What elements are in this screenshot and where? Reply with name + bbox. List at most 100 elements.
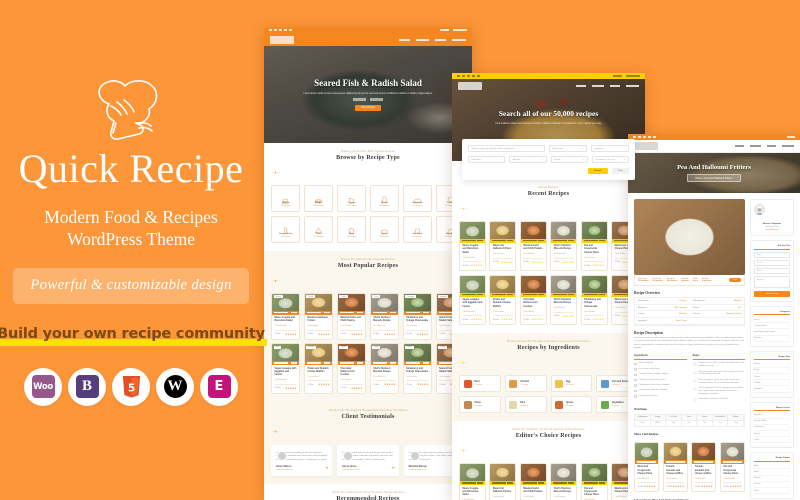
ingredient-item[interactable]: 2 tablespoons plain flour, sieved [634,379,687,382]
preparation-time-select[interactable]: Preparation Time any ▾ [591,156,629,163]
ingredient-select[interactable]: Ingredient ▾ [590,145,629,152]
topbar-links[interactable] [787,136,795,138]
recipe-card[interactable]: Salad Macaroni Halloumi Fritters Chef Jord… [303,292,334,340]
category-card[interactable]: Sea Food 05 Recipes [402,215,433,243]
recipe-card[interactable]: Salad Strawberry and Orange Cheesecake Che… [402,343,433,394]
recipe-card[interactable]: Pasta Mashed Garlic and Chilli Prawns Chef… [336,292,367,340]
topbar-links[interactable] [440,29,467,31]
checkbox[interactable] [634,389,637,393]
recipe-card[interactable]: Mean and Gorgonzola Cheese Pizza Chef Mit… [634,441,660,493]
recipe-card[interactable]: Chocolate Butterscotch Cookies Chef Natal… [519,274,547,326]
recipe-card[interactable]: Pea and Gorgonzola Cheese PizzaChef Jord… [580,220,608,272]
name-field[interactable]: Name [754,252,790,258]
recipe-card[interactable]: Strawberry and Orange Cheesecake Chef Jor… [580,274,608,326]
recipe-card[interactable]: Pea and Gorgonzola Cheese PizzaChef Jord… [580,463,608,500]
ingredient-grid[interactable]: Beef 11 Items Chicken 17 Items Egg 09 Items Fi… [459,375,638,414]
view-all-recipes-link[interactable]: View All Recipes [754,229,790,231]
recipe-card[interactable]: Pea and Gorgonzola Cheese Pizza Chef Mitc… [719,441,745,493]
search-button[interactable]: Search [588,168,608,174]
category-card[interactable]: Salad 13 Recipes [369,215,400,243]
category-card[interactable]: Cheese 14 Recipes [336,185,367,212]
email-field[interactable]: E-mail [754,260,790,266]
recipe-card[interactable]: Bakery Potato and Spinach Cheese Muffins C… [303,343,334,394]
search-keyword-input[interactable]: Search recipes by ingredient, dish or ke… [468,145,545,152]
recipe-cuisine-widget[interactable]: Recipe Cuisine Asian › Italian › Mexican › Chi… [750,452,794,500]
ingredient-item[interactable]: 400 g chilled milk [634,362,687,366]
recipe-type-widget[interactable]: Recipe Type Bakery › Burger › Cheese › Chicken… [750,350,794,398]
category-card[interactable]: French Fries 11 Recipes [271,215,301,243]
ingredient-item[interactable]: Fresh onion, finely sliced [634,368,687,371]
phone-field[interactable]: Phone [754,268,790,274]
recipe-card[interactable]: Potato and Spinach Cheese Muffins Chef Jo… [489,274,517,326]
breadcrumb[interactable]: Home / Pea And Halloumi Fritters [687,174,741,183]
clear-button[interactable]: Clear [611,168,629,174]
ingredient-item[interactable]: 1 cup mint leaves, roughly chopped [634,373,687,377]
ingredient-card[interactable]: Spices 15 Items [550,396,593,414]
mockup-search-page[interactable]: Search all of our 50,000 recipes Find en… [452,73,645,500]
social-icons[interactable] [633,135,656,139]
mockup-homepage[interactable]: Seared Fish & Radish Salad Lorem ipsum d… [264,27,472,500]
print-button[interactable]: Print [729,277,741,283]
recipe-card[interactable]: Mean, Arugula and Barcelona SaladChef Mi… [459,463,486,500]
widget-list[interactable]: Appetizer › Dessert & Bites › Condiments › Des… [754,412,790,444]
category-card[interactable]: Pizza 07 Recipes [303,215,334,243]
widget-list[interactable]: Bakery › Burger › Cheese › Chicken › Sandwich › [754,362,790,393]
site-logo[interactable] [634,142,658,150]
ingredient-card[interactable]: Egg 09 Items [550,375,593,393]
recipe-type-select[interactable]: Recipe type ▾ [548,145,587,152]
recipe-card[interactable]: Mashed Garlic and Chilli Prawns Chef Nata… [519,220,547,272]
recipe-card-grid[interactable]: Mean, Arugula and Barcelona Salad Chef Mi… [459,463,638,500]
checkbox[interactable] [634,384,637,387]
checkbox[interactable] [634,362,637,366]
checkbox[interactable] [634,373,637,377]
widget-list-item[interactable]: Indian › [754,488,790,495]
checkbox[interactable] [634,395,637,398]
recipe-card[interactable]: Bakery Mean, Arugula and Barcelona Salad C… [271,292,301,340]
recipe-card[interactable]: Soup Chef's Tandoori Mussels Recipe Chef M… [369,292,400,340]
recipe-card[interactable]: Vegan Lasagne with Eggplant and Fennel Ch… [459,274,486,326]
dietary-select[interactable]: Dietary ▾ [550,156,588,163]
recipe-card[interactable]: Mashed Garlic and Chilli Prawns Chef Nata… [519,463,547,500]
widget-list-item[interactable]: Sandwich › [754,386,790,393]
checkbox[interactable] [634,368,637,371]
navbar[interactable] [628,140,800,153]
recipe-card[interactable]: Soup Chef's Tandoori Mussels Recipe Chef M… [369,343,400,394]
ingredient-item[interactable]: 1 teaspoon lemon zest [634,395,687,398]
recipe-card-grid[interactable]: Bakery Mean, Arugula and Barcelona Salad C… [271,292,465,394]
recipe-card[interactable]: Chef's Tandoori Mussels Recipe Chef Mitch… [550,274,578,326]
recipe-card[interactable]: Mean And Halloumi FrittersChef Jordan45 … [489,220,517,272]
ingredient-card[interactable]: Chicken 17 Items [504,375,547,393]
ingredients-list[interactable]: 400 g chilled milk Fresh onion, finely sl… [634,362,687,398]
nav-menu[interactable] [735,145,794,147]
more-recipes-grid[interactable]: Mean and Gorgonzola Cheese Pizza Chef Mit… [634,441,745,493]
recipe-card[interactable]: Snack Chocolate Butterscotch Cookies Chef … [336,343,367,394]
category-card[interactable]: Sandwich 10 Recipes [402,185,433,212]
message-field[interactable]: Message [754,276,790,289]
ingredient-item[interactable]: 2 tablespoons fresh chives, chopped [634,384,687,387]
recipe-card[interactable]: Grill Vegan Lasagne with Eggplant and Fen… [271,343,301,394]
category-card[interactable]: Meat 15 Recipes [336,215,367,243]
category-grid[interactable]: Bakery 12 Recipes Burger 08 Recipes Cheese 14… [271,185,465,243]
ingredient-card[interactable]: Beef 11 Items [459,375,501,393]
navbar[interactable] [264,33,472,46]
checkbox[interactable] [634,378,637,382]
recipe-course-widget[interactable]: Recipe Course Appetizer › Dessert & Bites ›… [750,401,794,449]
widget-list-item[interactable]: Breakfast › [754,336,790,342]
hero-cta-button[interactable]: View Recipe [354,104,382,111]
recipe-card[interactable]: Mean, Arugula and Barcelona SaladChef Mi… [459,220,486,272]
nav-menu[interactable] [576,84,639,87]
ingredient-item[interactable]: 2 tablespoons fresh mint, chopped [634,389,687,393]
topbar-links[interactable] [613,75,640,77]
recipe-card[interactable]: Mean And Halloumi FrittersChef Jordan45 … [489,463,517,500]
site-logo[interactable] [458,81,482,90]
nav-menu[interactable] [399,38,466,41]
widget-list[interactable]: Bakery › Christmas Ideas › Easy Finger Food … [754,317,790,342]
recipe-card[interactable]: Seafood Strawberry and Orange Cheesecake C… [402,292,433,340]
ask-chef-form[interactable]: Ask the Chef Name E-mail Phone Message S… [750,240,794,303]
ingredient-card[interactable]: Rice 08 Items [504,396,547,414]
categories-widget[interactable]: Categories Bakery › Christmas Ideas › Easy F… [750,306,794,347]
widget-list[interactable]: Asian › Italian › Mexican › Chinese › Indian › [754,463,790,495]
allergen-select[interactable]: Allergen ▾ [509,156,547,163]
navbar[interactable] [452,79,645,92]
recipe-card-grid[interactable]: Mean, Arugula and Barcelona Salad Chef Mi… [459,220,638,326]
